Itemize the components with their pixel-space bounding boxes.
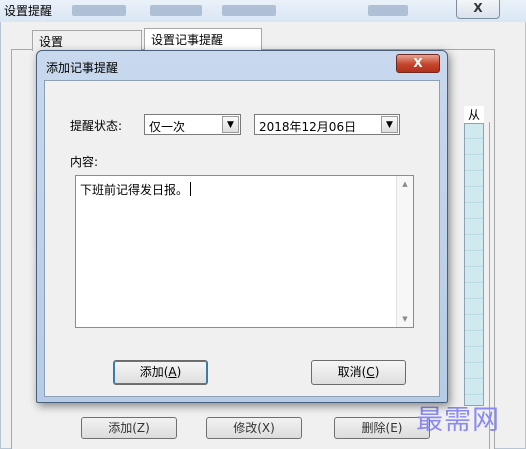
background-add-button[interactable]: 添加(Z)	[81, 417, 177, 439]
blurred-title-text	[222, 5, 276, 16]
add-note-reminder-dialog: 添加记事提醒 X 提醒状态: 仅一次 ▼ 2018年12月06日 ▼ 内容: 下…	[36, 50, 448, 403]
blurred-title-text	[72, 5, 126, 16]
date-picker[interactable]: 2018年12月06日 ▼	[254, 114, 400, 135]
reminder-list-header: 从	[464, 106, 484, 124]
background-close-button[interactable]: X	[456, 0, 500, 19]
reminder-list[interactable]	[464, 106, 484, 406]
content-textarea[interactable]: 下班前记得发日报。 ▲ ▼	[75, 175, 414, 328]
blurred-title-text	[150, 5, 202, 16]
scroll-up-icon[interactable]: ▲	[397, 176, 413, 192]
blurred-title-text	[368, 5, 408, 16]
dialog-body: 提醒状态: 仅一次 ▼ 2018年12月06日 ▼ 内容: 下班前记得发日报。 …	[44, 80, 440, 397]
dialog-title: 添加记事提醒	[46, 61, 119, 75]
background-titlebar: 设置提醒 X	[0, 0, 526, 22]
tab-settings[interactable]: 设置	[32, 30, 142, 51]
content-scrollbar[interactable]: ▲ ▼	[396, 176, 413, 327]
chevron-down-icon[interactable]: ▼	[381, 116, 398, 133]
chevron-down-icon[interactable]: ▼	[222, 116, 239, 133]
status-label: 提醒状态:	[70, 119, 123, 133]
content-label: 内容:	[70, 155, 99, 169]
cancel-button[interactable]: 取消(C)	[311, 360, 406, 385]
date-value: 2018年12月06日	[259, 120, 357, 134]
tab-note-reminder[interactable]: 设置记事提醒	[144, 28, 262, 51]
status-value: 仅一次	[149, 120, 186, 134]
content-text: 下班前记得发日报。	[80, 183, 189, 197]
text-caret	[190, 182, 192, 196]
dialog-close-button[interactable]: X	[396, 54, 440, 73]
background-edit-button[interactable]: 修改(X)	[206, 417, 302, 439]
status-dropdown[interactable]: 仅一次 ▼	[144, 114, 241, 135]
close-icon: X	[473, 1, 483, 15]
scroll-down-icon[interactable]: ▼	[397, 311, 413, 327]
add-button[interactable]: 添加(A)	[113, 360, 208, 385]
watermark-logo: 最需网	[416, 405, 500, 436]
content-text-line: 下班前记得发日报。	[80, 181, 192, 198]
background-window-title: 设置提醒	[4, 4, 53, 18]
close-icon: X	[413, 56, 423, 70]
